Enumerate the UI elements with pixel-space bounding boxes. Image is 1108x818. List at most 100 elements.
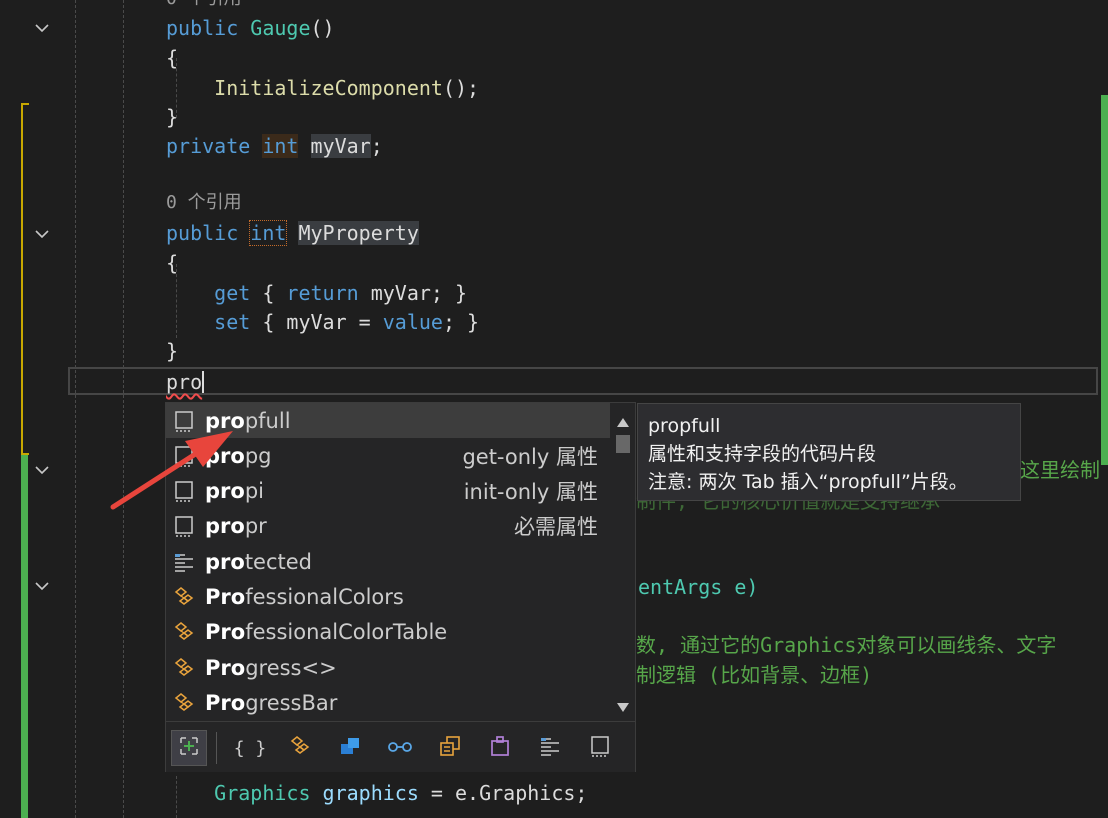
label-remainder: pr <box>244 514 267 539</box>
keyword: return <box>286 281 359 305</box>
filter-namespace-button[interactable]: { } <box>232 730 268 766</box>
filter-struct-button[interactable] <box>332 730 368 766</box>
fold-chevron-icon[interactable] <box>34 226 50 242</box>
scroll-up-icon[interactable] <box>615 413 631 427</box>
punctuation: ; <box>370 134 383 158</box>
class-icon <box>171 619 197 645</box>
filter-separator <box>216 732 217 764</box>
matched-prefix: pro <box>205 549 245 574</box>
completion-item[interactable]: protected <box>166 544 610 579</box>
expander-icon <box>178 735 200 762</box>
snippet-icon <box>590 735 610 762</box>
completion-item[interactable]: ProfessionalColorTable <box>166 615 610 650</box>
snippet-icon <box>171 513 197 539</box>
class-icon <box>171 584 197 610</box>
code-line-brace: { <box>166 248 178 278</box>
brace: { <box>166 46 179 70</box>
code-line-typing[interactable]: pro <box>166 367 205 397</box>
interface-icon <box>387 738 413 759</box>
completion-item[interactable]: Progress<> <box>166 650 610 685</box>
matched-prefix: Pro <box>205 655 246 680</box>
punctuation: ; } <box>442 310 480 334</box>
indent-guide <box>123 0 124 818</box>
enum-icon <box>439 735 461 762</box>
filter-interface-button[interactable] <box>382 730 418 766</box>
matched-prefix: Pro <box>205 690 246 715</box>
brace: { <box>166 251 179 275</box>
fold-chevron-icon[interactable] <box>34 462 50 478</box>
punctuation: () <box>310 16 335 40</box>
filter-snippet-button[interactable] <box>582 730 618 766</box>
label-remainder: fessionalColors <box>245 585 404 609</box>
filter-delegate-button[interactable] <box>482 730 518 766</box>
annotation-arrow <box>110 431 233 510</box>
tooltip-title: propfull <box>648 415 721 437</box>
fold-chevron-icon[interactable] <box>34 578 50 594</box>
filter-keyword-button[interactable] <box>532 730 568 766</box>
keyword: private <box>166 134 251 158</box>
code-line-field: private int myVar; <box>166 131 383 161</box>
comment-fragment: 这里绘制 <box>1020 458 1100 482</box>
namespace-icon: { } <box>233 737 267 759</box>
completion-item-label: ProgressBar <box>205 691 337 715</box>
change-marker-saved <box>21 103 29 455</box>
keyword-icon <box>171 549 197 575</box>
scroll-change-marker <box>1101 95 1108 465</box>
code-line-brace: } <box>166 336 178 366</box>
completion-item-description: get-only 属性 <box>462 444 598 469</box>
expander-toggle-button[interactable] <box>171 730 207 766</box>
fold-chevron-icon[interactable] <box>34 20 50 36</box>
property-name: MyProperty <box>298 221 419 245</box>
completion-item-label: ProfessionalColorTable <box>205 620 447 644</box>
comment-fragment: 数, 通过它的Graphics对象可以画线条、文字 <box>636 633 1057 657</box>
completion-scrollbar[interactable] <box>612 403 634 721</box>
filter-enum-button[interactable] <box>432 730 468 766</box>
code-line-setter: set { myVar = value; } <box>166 307 479 337</box>
code-fragment: entArgs e) <box>638 572 758 602</box>
matched-prefix: pro <box>205 514 245 539</box>
completion-item-label: ProfessionalColors <box>205 585 404 609</box>
type-fragment: entArgs e) <box>638 575 759 599</box>
type-keyword: int <box>262 134 299 158</box>
comment-fragment: 制逻辑 (比如背景、边框) <box>636 663 873 687</box>
code-line-getter: get { return myVar; } <box>166 278 467 308</box>
code-line-constructor: public Gauge() <box>166 13 335 43</box>
current-line-highlight <box>68 367 1098 395</box>
keyword: get <box>214 281 251 305</box>
matched-prefix: Pro <box>205 585 246 609</box>
code-line-init: InitializeComponent(); <box>166 73 479 103</box>
type-keyword: int <box>249 220 288 246</box>
method-call: InitializeComponent <box>214 76 443 100</box>
code-text: = e.Graphics; <box>418 781 588 805</box>
scroll-thumb[interactable] <box>616 435 630 453</box>
type-name: Graphics <box>214 781 311 805</box>
reference-count[interactable]: 0 个引用 <box>166 0 242 14</box>
completion-item[interactable]: ProfessionalColors <box>166 580 610 615</box>
constructor-name: Gauge <box>250 16 311 40</box>
keyword-icon <box>539 736 561 761</box>
variable-name: graphics <box>322 781 419 805</box>
delegate-icon <box>489 735 511 762</box>
brace: } <box>166 105 179 129</box>
completion-item[interactable]: ProgressBar <box>166 685 610 720</box>
label-remainder: fessionalColorTable <box>245 620 448 645</box>
code-line-brace: { <box>166 43 178 73</box>
code-text: { myVar = <box>250 310 383 334</box>
label-remainder: gressBar <box>245 690 338 715</box>
brace: } <box>166 339 179 363</box>
keyword: set <box>214 310 251 334</box>
text-caret <box>202 371 205 393</box>
scroll-down-icon[interactable] <box>615 699 631 712</box>
struct-icon <box>339 736 361 761</box>
indent-guide <box>75 0 76 818</box>
reference-count[interactable]: 0 个引用 <box>166 188 242 218</box>
completion-item-label: Progress<> <box>205 656 337 680</box>
completion-filter-bar[interactable]: { } <box>166 721 635 772</box>
tooltip-note: 注意: 两次 Tab 插入“propfull”片段。 <box>648 471 968 493</box>
label-remainder: tected <box>244 549 313 574</box>
class-icon <box>288 735 312 762</box>
field-name: myVar <box>310 134 371 158</box>
completion-item-label: protected <box>205 550 312 574</box>
filter-class-button[interactable] <box>282 730 318 766</box>
typed-text: pro <box>166 370 203 394</box>
